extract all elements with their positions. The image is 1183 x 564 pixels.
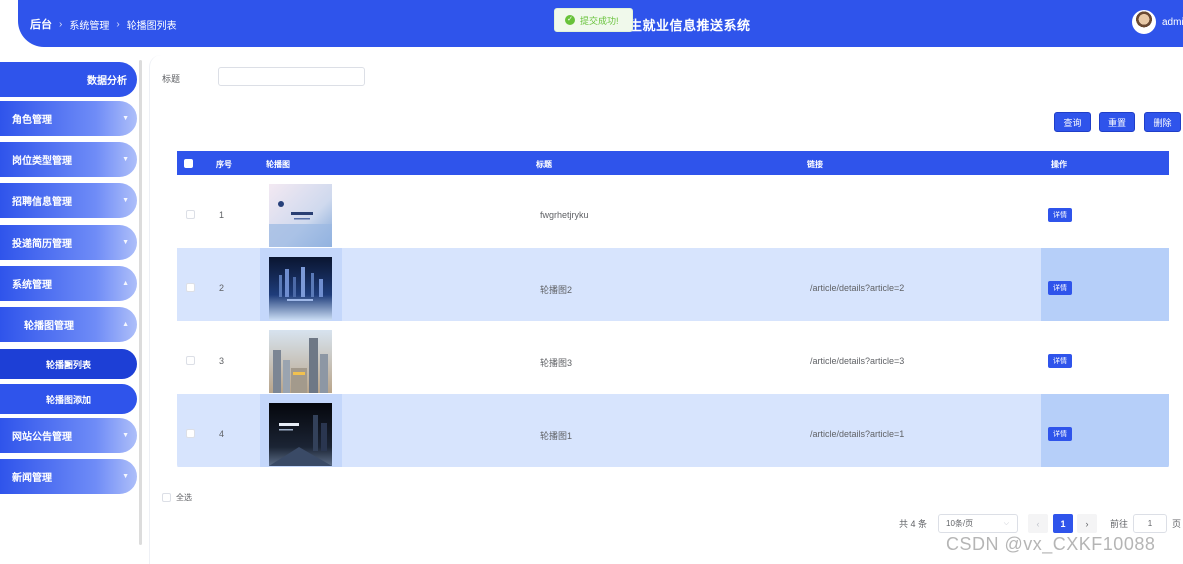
sidebar-item-roles[interactable]: 角色管理 ▼ bbox=[0, 101, 137, 136]
sidebar-item-carousel-add[interactable]: 轮播图添加 bbox=[0, 384, 137, 414]
sidebar-item-label: 系统管理 bbox=[12, 280, 52, 291]
table-row: 2 轮播图2 /article/details?article=2 详情 bbox=[177, 248, 1169, 321]
breadcrumb-system[interactable]: 系统管理 bbox=[69, 17, 109, 32]
detail-button[interactable]: 详情 bbox=[1048, 427, 1072, 441]
page-size-select[interactable]: 10条/页 ⌵ bbox=[938, 514, 1018, 533]
chevron-up-icon: ▲ bbox=[122, 280, 129, 287]
delete-button[interactable]: 删除 bbox=[1144, 112, 1181, 132]
row-link: /article/details?article=1 bbox=[810, 429, 905, 439]
sidebar-item-label: 数据分析 bbox=[87, 76, 127, 87]
select-all-checkbox[interactable] bbox=[162, 493, 171, 502]
toast-message: 提交成功! bbox=[580, 15, 619, 26]
detail-button[interactable]: 详情 bbox=[1048, 281, 1072, 295]
row-link: /article/details?article=2 bbox=[810, 283, 905, 293]
detail-button[interactable]: 详情 bbox=[1048, 208, 1072, 222]
pagination-total: 共 4 条 bbox=[899, 518, 928, 529]
sidebar-item-job-types[interactable]: 岗位类型管理 ▼ bbox=[0, 142, 137, 177]
carousel-thumbnail bbox=[269, 184, 332, 247]
sidebar-item-system[interactable]: 系统管理 ▲ bbox=[0, 266, 137, 301]
sidebar-item-announcements[interactable]: 网站公告管理 ▼ bbox=[0, 418, 137, 453]
sidebar-item-label: 岗位类型管理 bbox=[12, 156, 72, 167]
chevron-left-icon: ‹ bbox=[1036, 518, 1040, 529]
breadcrumb-separator-icon: › bbox=[59, 18, 63, 30]
table-header: 序号 轮播图 标题 链接 操作 bbox=[177, 151, 1169, 175]
breadcrumb: 后台 › 系统管理 › 轮播图列表 bbox=[30, 16, 177, 32]
sidebar-item-label: 新闻管理 bbox=[12, 473, 52, 484]
column-title: 标题 bbox=[536, 160, 552, 169]
chevron-down-icon: ▼ bbox=[122, 239, 129, 246]
header-checkbox[interactable] bbox=[184, 159, 193, 168]
chevron-down-icon: ⌵ bbox=[1003, 519, 1009, 527]
mouse-cursor-icon: ➤ bbox=[63, 357, 74, 371]
table-row: 3 轮播图3 /article/details?article=3 详情 bbox=[177, 321, 1169, 394]
reset-button[interactable]: 重置 bbox=[1099, 112, 1135, 132]
sidebar-item-label: 轮播图管理 bbox=[24, 321, 74, 332]
success-toast: ✓ 提交成功! bbox=[554, 8, 633, 32]
chevron-down-icon: ▼ bbox=[122, 432, 129, 439]
next-page-button[interactable]: › bbox=[1077, 514, 1097, 533]
sidebar-item-data-analysis[interactable]: 数据分析 bbox=[0, 62, 137, 97]
chevron-right-icon: › bbox=[1085, 518, 1089, 529]
sidebar-scrollbar[interactable] bbox=[139, 60, 142, 545]
column-action: 操作 bbox=[1051, 160, 1067, 169]
breadcrumb-separator-icon: › bbox=[116, 18, 120, 30]
detail-button[interactable]: 详情 bbox=[1048, 354, 1072, 368]
sidebar-item-resumes[interactable]: 投递简历管理 ▼ bbox=[0, 225, 137, 260]
row-checkbox[interactable] bbox=[186, 356, 195, 365]
goto-label: 前往 bbox=[1110, 518, 1129, 529]
title-filter-label: 标题 bbox=[162, 74, 181, 84]
breadcrumb-current: 轮播图列表 bbox=[126, 20, 177, 32]
page-number-button[interactable]: 1 bbox=[1053, 514, 1073, 533]
carousel-thumbnail bbox=[269, 403, 332, 466]
row-checkbox[interactable] bbox=[186, 429, 195, 438]
carousel-thumbnail bbox=[269, 330, 332, 393]
query-button[interactable]: 查询 bbox=[1054, 112, 1091, 132]
row-index: 1 bbox=[219, 210, 225, 220]
select-all[interactable]: 全选 bbox=[162, 492, 192, 503]
watermark: CSDN @vx_CXKF10088 bbox=[946, 534, 1156, 554]
column-index: 序号 bbox=[216, 160, 232, 169]
column-link: 链接 bbox=[807, 160, 823, 169]
sidebar-item-carousel[interactable]: 轮播图管理 ▲ bbox=[0, 307, 137, 342]
row-index: 3 bbox=[219, 356, 225, 366]
chevron-up-icon: ▲ bbox=[122, 321, 129, 328]
carousel-thumbnail bbox=[269, 257, 332, 320]
sidebar-item-recruitment[interactable]: 招聘信息管理 ▼ bbox=[0, 183, 137, 218]
breadcrumb-home[interactable]: 后台 bbox=[30, 16, 52, 32]
select-all-label: 全选 bbox=[176, 493, 192, 502]
chevron-down-icon: ▼ bbox=[122, 156, 129, 163]
table-row: 1 fwgrhetjryku 详情 bbox=[177, 175, 1169, 248]
success-check-icon: ✓ bbox=[565, 15, 575, 25]
column-image: 轮播图 bbox=[266, 160, 290, 169]
page-size-value: 10条/页 bbox=[946, 519, 974, 528]
table-row: 4 轮播图1 /article/details?article=1 详情 bbox=[177, 394, 1169, 467]
row-index: 2 bbox=[219, 283, 225, 293]
sidebar-item-label: 角色管理 bbox=[12, 115, 52, 126]
sidebar-item-label: 招聘信息管理 bbox=[12, 197, 72, 208]
row-title: 轮播图3 bbox=[540, 358, 573, 368]
system-title: 生就业信息推送系统 bbox=[629, 18, 751, 33]
row-title: fwgrhetjryku bbox=[540, 210, 589, 220]
chevron-down-icon: ▼ bbox=[122, 197, 129, 204]
chevron-down-icon: ▼ bbox=[122, 473, 129, 480]
sidebar-item-label: 轮播图添加 bbox=[45, 394, 91, 405]
avatar[interactable] bbox=[1132, 10, 1156, 34]
carousel-table: 序号 轮播图 标题 链接 操作 1 fwgrhetjryku 详情 2 轮播图2… bbox=[177, 151, 1169, 472]
row-link: /article/details?article=3 bbox=[810, 356, 905, 366]
page-suffix: 页 bbox=[1172, 518, 1182, 529]
prev-page-button[interactable]: ‹ bbox=[1028, 514, 1048, 533]
row-title: 轮播图1 bbox=[540, 431, 573, 441]
row-title: 轮播图2 bbox=[540, 285, 573, 295]
row-checkbox[interactable] bbox=[186, 283, 195, 292]
title-filter-input[interactable] bbox=[218, 67, 365, 86]
sidebar-item-news[interactable]: 新闻管理 ▼ bbox=[0, 459, 137, 494]
goto-page-input[interactable]: 1 bbox=[1133, 514, 1167, 533]
sidebar-item-label: 网站公告管理 bbox=[12, 432, 72, 443]
row-checkbox[interactable] bbox=[186, 210, 195, 219]
sidebar-item-label: 投递简历管理 bbox=[12, 239, 72, 250]
row-index: 4 bbox=[219, 429, 225, 439]
username[interactable]: admi bbox=[1162, 17, 1183, 28]
chevron-down-icon: ▼ bbox=[122, 115, 129, 122]
